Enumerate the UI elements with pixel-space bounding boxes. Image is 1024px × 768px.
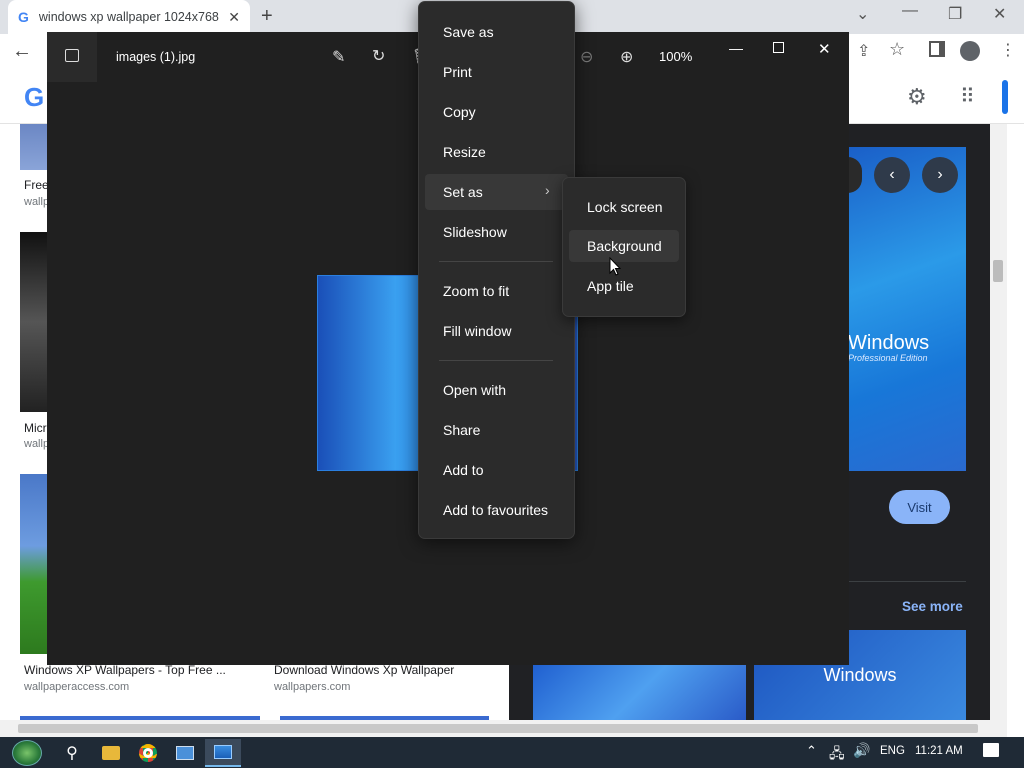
viewer-filename: images (1).jpg <box>116 50 196 64</box>
result-thumbnail[interactable] <box>20 124 48 170</box>
viewer-maximize-icon[interactable] <box>773 42 784 53</box>
menu-item-set-as[interactable]: Set as › <box>425 174 568 210</box>
preview-edition-text: Professional Edition <box>848 353 928 363</box>
zoom-level[interactable]: 100% <box>659 49 692 64</box>
chevron-right-icon: › <box>545 182 550 198</box>
show-hidden-icons-icon[interactable]: ⌃ <box>806 743 817 759</box>
tab-title: windows xp wallpaper 1024x768 <box>38 10 219 24</box>
menu-item-zoom-to-fit[interactable]: Zoom to fit <box>419 273 574 309</box>
zoom-in-icon[interactable]: ⊕ <box>620 47 633 67</box>
taskbar-chrome[interactable] <box>132 739 164 767</box>
chrome-icon <box>139 744 157 762</box>
submenu-item-app-tile[interactable]: App tile <box>569 270 679 302</box>
taskbar-search-button[interactable]: ⚲ <box>56 739 88 767</box>
minimize-icon[interactable]: — <box>902 2 918 20</box>
folder-icon <box>102 746 120 760</box>
menu-item-add-to-favourites[interactable]: Add to favourites <box>419 492 574 528</box>
preview-logo-text: Windows <box>848 332 930 354</box>
result-thumbnail[interactable] <box>20 232 48 412</box>
viewer-close-icon[interactable]: ✕ <box>818 40 831 58</box>
menu-item-slideshow[interactable]: Slideshow <box>419 214 574 250</box>
result-source: wallpapers.com <box>274 681 351 693</box>
photos-icon <box>214 745 232 759</box>
google-logo-icon[interactable]: G <box>24 82 44 113</box>
result-thumbnail[interactable] <box>20 474 48 654</box>
menu-item-fill-window[interactable]: Fill window <box>419 313 574 349</box>
visit-button[interactable]: Visit <box>889 490 950 524</box>
tab-close-icon[interactable]: ✕ <box>228 9 240 26</box>
submenu-item-background[interactable]: Background <box>569 230 679 262</box>
mouse-cursor-icon <box>609 257 621 276</box>
scrollbar-thumb[interactable] <box>18 724 978 733</box>
start-orb-icon <box>12 740 42 766</box>
apps-grid-icon[interactable]: ⠿ <box>960 84 975 109</box>
menu-item-save-as[interactable]: Save as <box>419 14 574 50</box>
control-panel-icon <box>176 746 194 760</box>
sign-in-button[interactable] <box>1002 80 1008 114</box>
menu-item-copy[interactable]: Copy <box>419 94 574 130</box>
edit-image-icon[interactable]: ✎ <box>332 47 345 67</box>
chevron-left-icon[interactable]: ‹ <box>874 157 910 193</box>
submenu-item-lock-screen[interactable]: Lock screen <box>569 191 679 223</box>
clock[interactable]: 11:21 AM <box>915 745 963 757</box>
gallery-button[interactable] <box>47 32 97 82</box>
result-source: wallp <box>24 438 50 450</box>
zoom-out-icon[interactable]: ⊖ <box>580 47 593 67</box>
menu-item-open-with[interactable]: Open with <box>419 372 574 408</box>
set-as-submenu: Lock screen Background App tile <box>562 177 686 317</box>
chevron-right-icon[interactable]: › <box>922 157 958 193</box>
browser-tab[interactable]: G windows xp wallpaper 1024x768 ✕ <box>8 0 250 34</box>
notifications-icon[interactable] <box>983 743 999 757</box>
rotate-icon[interactable]: ↻ <box>372 46 385 66</box>
chrome-menu-icon[interactable]: ⋮ <box>1000 40 1016 60</box>
menu-separator <box>439 360 553 361</box>
menu-item-print[interactable]: Print <box>419 54 574 90</box>
viewer-minimize-icon[interactable]: — <box>729 40 743 56</box>
profile-avatar[interactable] <box>960 41 980 61</box>
close-window-icon[interactable]: ✕ <box>993 4 1006 24</box>
vertical-scrollbar[interactable] <box>990 124 1007 720</box>
taskbar-file-explorer[interactable] <box>95 739 127 767</box>
settings-gear-icon[interactable]: ⚙ <box>907 84 927 110</box>
side-panel-icon[interactable] <box>929 41 945 57</box>
result-source: wallp <box>24 196 50 208</box>
menu-item-share[interactable]: Share <box>419 412 574 448</box>
related-thumbnail[interactable] <box>533 665 746 720</box>
tab-search-icon[interactable]: ⌄ <box>856 4 869 24</box>
input-language[interactable]: ENG <box>880 745 905 757</box>
preview-image[interactable]: Windows Professional Edition <box>848 147 966 471</box>
new-tab-button[interactable]: + <box>261 5 273 28</box>
result-caption[interactable]: Micr <box>24 421 47 435</box>
gallery-icon <box>65 49 79 62</box>
bookmark-star-icon[interactable]: ☆ <box>889 39 905 60</box>
search-icon: ⚲ <box>66 745 78 762</box>
result-caption[interactable]: Windows XP Wallpapers - Top Free ... <box>24 663 226 677</box>
google-favicon-icon: G <box>18 9 29 25</box>
related-logo-text: Windows <box>823 664 897 685</box>
menu-item-label: Set as <box>443 184 483 200</box>
see-more-link[interactable]: See more <box>902 599 963 614</box>
context-menu: Save as Print Copy Resize Set as › Slide… <box>418 1 575 539</box>
back-icon[interactable]: ← <box>12 40 32 63</box>
taskbar-photos[interactable] <box>205 739 241 767</box>
restore-icon[interactable]: ❐ <box>948 4 962 24</box>
volume-icon[interactable]: 🔊 <box>853 742 870 759</box>
taskbar-control-panel[interactable] <box>169 739 201 767</box>
windows-taskbar: ⚲ ⌃ 🖧 🔊 ENG 11:21 AM <box>0 737 1024 768</box>
start-button[interactable] <box>8 739 46 767</box>
horizontal-scrollbar[interactable] <box>0 720 1007 737</box>
menu-item-resize[interactable]: Resize <box>419 134 574 170</box>
menu-item-add-to[interactable]: Add to <box>419 452 574 488</box>
result-source: wallpaperaccess.com <box>24 681 130 693</box>
result-caption[interactable]: Download Windows Xp Wallpaper <box>274 663 454 677</box>
menu-separator <box>439 261 553 262</box>
network-icon[interactable]: 🖧 <box>829 743 845 767</box>
result-caption[interactable]: Free <box>24 178 49 192</box>
share-icon[interactable]: ⇪ <box>857 41 870 61</box>
scrollbar-thumb[interactable] <box>993 260 1003 282</box>
